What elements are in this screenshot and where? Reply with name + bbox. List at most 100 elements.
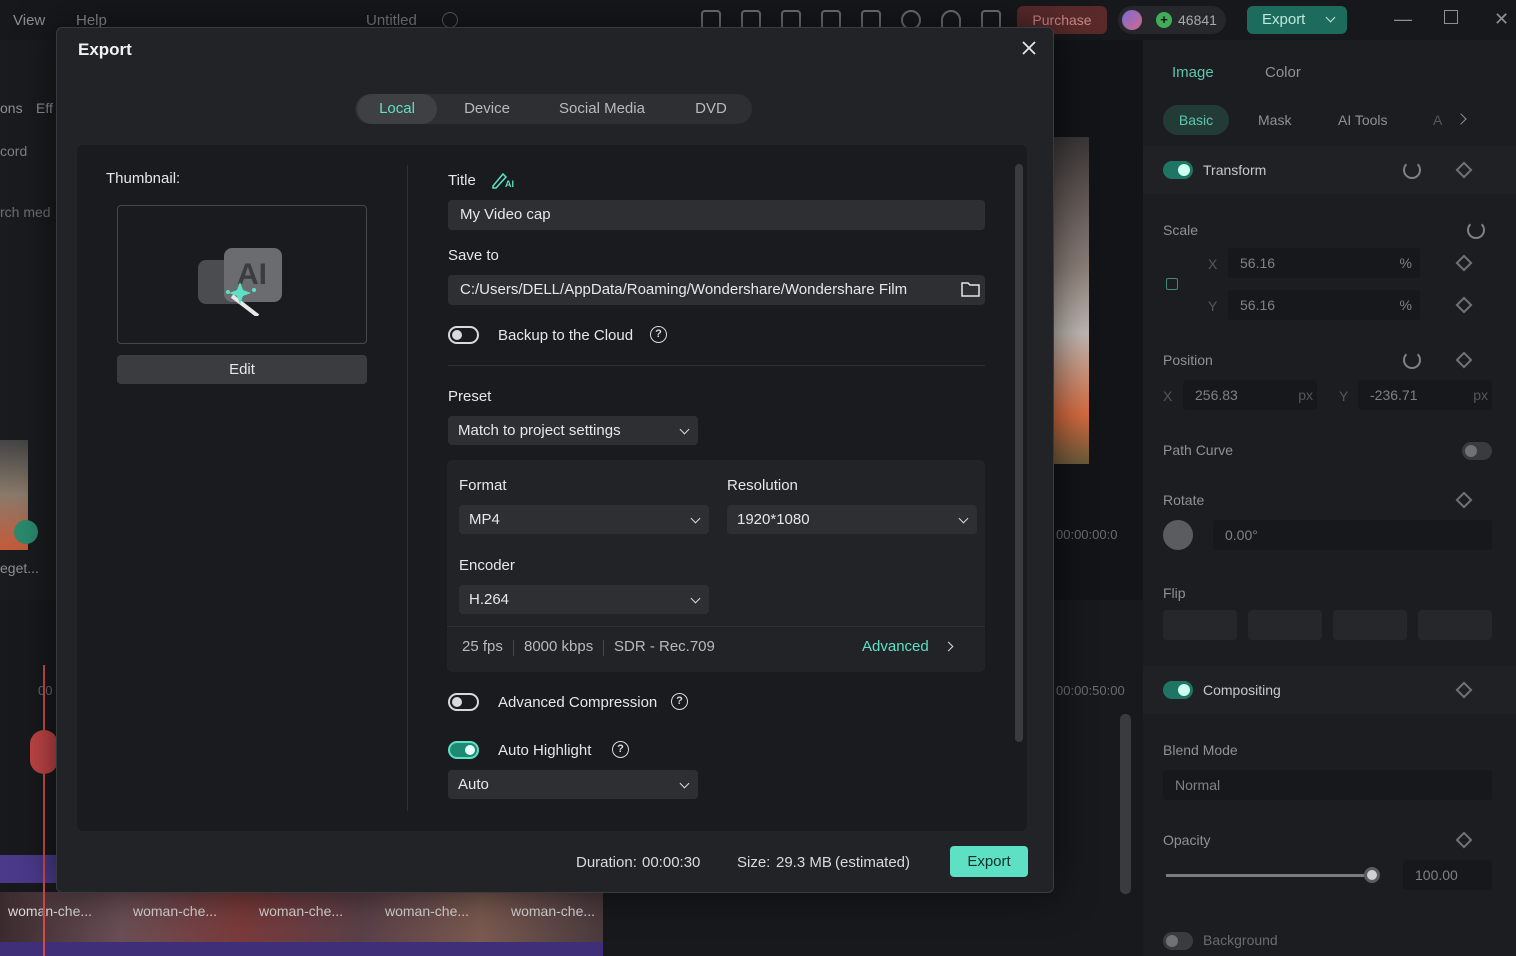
preset-label: Preset [448, 388, 492, 405]
minimize-icon[interactable]: — [1394, 9, 1412, 30]
spec-divider [603, 640, 604, 656]
clip-label: woman-che... [385, 903, 470, 919]
tab-device[interactable]: Device [447, 94, 527, 124]
top-export-button[interactable]: Export [1247, 6, 1347, 34]
chevron-right-icon[interactable] [943, 641, 954, 652]
scale-x-input[interactable]: 56.16 % [1228, 248, 1420, 278]
dialog-title: Export [78, 40, 132, 59]
svg-text:AI: AI [505, 179, 514, 189]
opacity-slider-handle[interactable] [1364, 867, 1380, 883]
blend-mode-value: Normal [1175, 777, 1221, 793]
reset-icon[interactable] [1403, 351, 1421, 369]
encoder-select[interactable]: H.264 [459, 585, 709, 614]
folder-icon[interactable] [961, 281, 980, 297]
resolution-label: Resolution [727, 477, 798, 494]
advanced-settings-link[interactable]: Advanced [862, 638, 929, 655]
export-button[interactable]: Export [950, 846, 1028, 877]
size-note: (estimated) [835, 854, 911, 871]
media-name-fragment: eget... [0, 560, 39, 576]
transform-toggle[interactable] [1163, 161, 1193, 179]
advanced-compression-label: Advanced Compression [498, 694, 658, 711]
effects-tab-fragment: Eff [36, 100, 53, 116]
dialog-scrollbar[interactable] [1015, 164, 1023, 742]
ai-rename-icon[interactable]: AI [491, 171, 517, 189]
scale-y-input[interactable]: 56.16 % [1228, 290, 1420, 320]
top-export-label: Export [1262, 11, 1306, 28]
subtab-ai-tools[interactable]: AI Tools [1338, 112, 1388, 128]
menu-view[interactable]: View [13, 12, 45, 29]
scale-x-value: 56.16 [1240, 255, 1276, 271]
blend-mode-select[interactable]: Normal [1163, 770, 1492, 800]
compositing-label: Compositing [1203, 682, 1281, 698]
reset-icon[interactable] [1403, 161, 1421, 179]
thumbnail-preview[interactable]: AI [117, 205, 367, 344]
flip-vertical-button[interactable] [1248, 610, 1322, 640]
credits-pill[interactable]: + 46841 [1118, 6, 1226, 34]
path-curve-label: Path Curve [1163, 442, 1234, 458]
rotate-right-button[interactable] [1333, 610, 1407, 640]
close-icon[interactable] [1019, 38, 1039, 58]
subtab-overflow[interactable]: A [1433, 112, 1442, 128]
position-y-unit: px [1473, 387, 1488, 403]
title-input[interactable]: My Video cap [448, 200, 985, 230]
help-icon[interactable]: ? [612, 741, 629, 758]
save-path-value: C:/Users/DELL/AppData/Roaming/Wondershar… [460, 281, 908, 298]
advanced-compression-toggle[interactable] [448, 693, 479, 711]
column-divider [407, 165, 408, 811]
reset-icon[interactable] [1467, 221, 1485, 239]
scale-y-axis: Y [1208, 298, 1218, 314]
rotate-dial[interactable] [1163, 520, 1193, 550]
help-icon[interactable]: ? [671, 693, 688, 710]
size-value: 29.3 MB [776, 854, 832, 871]
ruler-start: 00 [38, 683, 53, 698]
window-close-icon[interactable]: ✕ [1494, 9, 1509, 30]
export-tabs: Local Device Social Media DVD [355, 94, 752, 124]
restore-icon[interactable] [1444, 10, 1458, 24]
preset-value: Match to project settings [458, 422, 621, 439]
edit-thumbnail-button[interactable]: Edit [117, 355, 367, 384]
clip-label: woman-che... [259, 903, 344, 919]
preset-select[interactable]: Match to project settings [448, 416, 698, 445]
backup-cloud-toggle[interactable] [448, 326, 479, 344]
clip-label: woman-che... [511, 903, 596, 919]
position-label: Position [1163, 352, 1213, 368]
rotate-input[interactable]: 0.00° [1213, 520, 1492, 550]
preview-timecode: 00:00:00:0 [1056, 527, 1118, 542]
position-x-unit: px [1298, 387, 1313, 403]
playhead[interactable] [43, 665, 45, 956]
format-select[interactable]: MP4 [459, 505, 709, 534]
tab-social-media[interactable]: Social Media [537, 94, 667, 124]
compositing-toggle[interactable] [1163, 681, 1193, 699]
chevron-down-icon [679, 424, 690, 435]
tab-local[interactable]: Local [357, 94, 437, 124]
export-settings-panel: Thumbnail: AI Edit Title AI My Video cap… [77, 145, 1027, 831]
lock-icon[interactable] [1166, 278, 1178, 290]
chevron-down-icon [1325, 12, 1336, 23]
auto-highlight-toggle[interactable] [448, 741, 479, 759]
title-value: My Video cap [460, 206, 551, 223]
resolution-select[interactable]: 1920*1080 [727, 505, 977, 534]
flip-horizontal-button[interactable] [1163, 610, 1237, 640]
path-curve-toggle[interactable] [1462, 442, 1492, 460]
tab-dvd[interactable]: DVD [677, 94, 745, 124]
opacity-input[interactable]: 100.00 [1403, 860, 1492, 890]
opacity-slider-track[interactable] [1166, 874, 1372, 877]
auto-highlight-select[interactable]: Auto [448, 770, 698, 799]
rotate-left-button[interactable] [1418, 610, 1492, 640]
tab-color[interactable]: Color [1265, 64, 1301, 81]
save-path-input[interactable]: C:/Users/DELL/AppData/Roaming/Wondershar… [448, 275, 985, 305]
left-tab-fragment: ons [0, 100, 23, 116]
position-y-input[interactable]: -236.71 px [1358, 380, 1492, 410]
tab-image[interactable]: Image [1172, 64, 1214, 81]
background-toggle[interactable] [1163, 932, 1193, 950]
subtab-basic[interactable]: Basic [1163, 105, 1229, 135]
help-icon[interactable]: ? [650, 326, 667, 343]
audio-clip[interactable] [0, 942, 603, 956]
credit-count: 46841 [1178, 12, 1217, 28]
ruler-timecode: 00:00:50:00 [1056, 683, 1125, 698]
timeline-scrollbar[interactable] [1120, 714, 1131, 894]
color-space: SDR - Rec.709 [614, 638, 715, 655]
subtab-mask[interactable]: Mask [1258, 112, 1291, 128]
scissors-icon[interactable] [30, 730, 58, 774]
position-x-input[interactable]: 256.83 px [1183, 380, 1317, 410]
